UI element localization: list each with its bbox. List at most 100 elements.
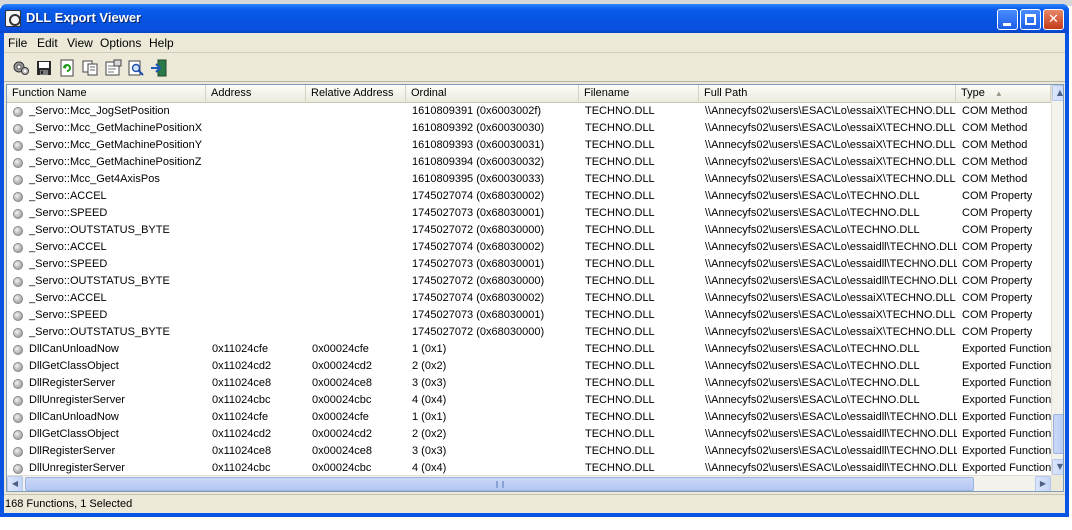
column-header-function-name[interactable]: Function Name: [7, 85, 206, 103]
save-icon[interactable]: [35, 59, 53, 77]
table-row[interactable]: _Servo::OUTSTATUS_BYTE 1745027072 (0x6803…: [7, 324, 1051, 341]
full-path-cell: \\Annecyfs02\users\ESAC\Lo\essaidll\TECH…: [705, 462, 957, 474]
table-row[interactable]: DllRegisterServer 0x11024ce8 0x00024ce8 3 (…: [7, 443, 1051, 460]
find-icon[interactable]: [127, 59, 145, 77]
function-name-cell: _Servo::SPEED: [29, 258, 108, 270]
type-cell: COM Property: [962, 275, 1033, 287]
table-row[interactable]: _Servo::Mcc_GetMachinePositionZ 161080939…: [7, 154, 1051, 171]
close-icon: ✕: [1048, 12, 1059, 27]
app-icon[interactable]: [5, 10, 21, 27]
type-cell: COM Method: [962, 122, 1028, 134]
address-cell: 0x11024cd2: [212, 428, 272, 440]
type-cell: COM Property: [962, 292, 1033, 304]
type-cell: COM Method: [962, 156, 1028, 168]
table-row[interactable]: _Servo::Mcc_JogSetPosition 1610809391 (0x…: [7, 103, 1051, 120]
table-row[interactable]: _Servo::ACCEL 1745027074 (0x68030002) TECH…: [7, 188, 1051, 205]
table-row[interactable]: _Servo::Mcc_Get4AxisPos 1610809395 (0x600…: [7, 171, 1051, 188]
relative-address-cell: 0x00024ce8: [312, 445, 372, 457]
ordinal-cell: 1745027072 (0x68030000): [412, 326, 545, 338]
ordinal-cell: 1745027072 (0x68030000): [412, 275, 545, 287]
options-icon[interactable]: [12, 59, 30, 77]
copy-icon[interactable]: [81, 59, 99, 77]
relative-address-cell: 0x00024cd2: [312, 360, 372, 372]
table-row[interactable]: _Servo::ACCEL 1745027074 (0x68030002) TECH…: [7, 239, 1051, 256]
menu-help[interactable]: Help: [149, 36, 174, 50]
list-header: Function Name Address Relative Address O…: [7, 85, 1051, 103]
function-name-cell: DllUnregisterServer: [29, 462, 125, 474]
table-row[interactable]: _Servo::ACCEL 1745027074 (0x68030002) TECH…: [7, 290, 1051, 307]
full-path-cell: \\Annecyfs02\users\ESAC\Lo\TECHNO.DLL: [705, 360, 920, 372]
horizontal-scrollbar[interactable]: ◀ ▶: [7, 475, 1051, 491]
function-name-cell: _Servo::OUTSTATUS_BYTE: [29, 224, 170, 236]
table-row[interactable]: DllUnregisterServer 0x11024cbc 0x00024cbc 4…: [7, 392, 1051, 409]
function-name-cell: _Servo::ACCEL: [29, 241, 107, 253]
ordinal-cell: 1745027073 (0x68030001): [412, 309, 545, 321]
address-cell: [212, 120, 307, 137]
menu-file[interactable]: File: [8, 36, 27, 50]
filename-cell: TECHNO.DLL: [585, 360, 655, 372]
ordinal-cell: 2 (0x2): [412, 360, 447, 372]
column-header-filename[interactable]: Filename: [579, 85, 699, 103]
horizontal-scroll-thumb[interactable]: [25, 477, 974, 491]
table-row[interactable]: DllGetClassObject 0x11024cd2 0x00024cd2 2 (…: [7, 426, 1051, 443]
filename-cell: TECHNO.DLL: [585, 275, 655, 287]
full-path-cell: \\Annecyfs02\users\ESAC\Lo\essaiX\TECHNO…: [705, 309, 956, 321]
properties-icon[interactable]: [104, 59, 122, 77]
table-row[interactable]: DllGetClassObject 0x11024cd2 0x00024cd2 2 (…: [7, 358, 1051, 375]
function-name-cell: _Servo::Mcc_JogSetPosition: [29, 105, 170, 117]
vertical-scrollbar[interactable]: ▲ ▼: [1051, 85, 1063, 475]
table-row[interactable]: DllCanUnloadNow 0x11024cfe 0x00024cfe 1 (0x…: [7, 409, 1051, 426]
title-bar[interactable]: DLL Export Viewer ✕: [0, 4, 1069, 33]
address-cell: [212, 103, 307, 120]
full-path-cell: \\Annecyfs02\users\ESAC\Lo\essaidll\TECH…: [705, 428, 957, 440]
filename-cell: TECHNO.DLL: [585, 462, 655, 474]
function-bullet-icon: [13, 192, 23, 202]
exit-icon[interactable]: [150, 59, 168, 77]
column-header-full-path[interactable]: Full Path: [699, 85, 956, 103]
type-cell: Exported Function: [962, 445, 1051, 457]
scroll-down-button[interactable]: ▼: [1052, 459, 1063, 475]
full-path-cell: \\Annecyfs02\users\ESAC\Lo\TECHNO.DLL: [705, 394, 920, 406]
table-row[interactable]: _Servo::Mcc_GetMachinePositionX 161080939…: [7, 120, 1051, 137]
address-cell: 0x11024ce8: [212, 445, 272, 457]
table-row[interactable]: _Servo::SPEED 1745027073 (0x68030001) TECH…: [7, 205, 1051, 222]
relative-address-cell: [312, 103, 407, 120]
type-cell: Exported Function: [962, 394, 1051, 406]
minimize-button[interactable]: [997, 9, 1018, 30]
column-header-type[interactable]: Type ▲: [956, 85, 1051, 103]
menu-view[interactable]: View: [67, 36, 93, 50]
menu-options[interactable]: Options: [100, 36, 141, 50]
relative-address-cell: [312, 239, 407, 256]
menu-edit[interactable]: Edit: [37, 36, 58, 50]
function-list[interactable]: Function Name Address Relative Address O…: [6, 84, 1064, 492]
full-path-cell: \\Annecyfs02\users\ESAC\Lo\essaiX\TECHNO…: [705, 326, 956, 338]
column-header-address[interactable]: Address: [206, 85, 306, 103]
function-name-cell: DllUnregisterServer: [29, 394, 125, 406]
ordinal-cell: 3 (0x3): [412, 445, 447, 457]
column-header-ordinal[interactable]: Ordinal: [406, 85, 579, 103]
table-row[interactable]: _Servo::OUTSTATUS_BYTE 1745027072 (0x6803…: [7, 273, 1051, 290]
function-name-cell: _Servo::ACCEL: [29, 292, 107, 304]
function-bullet-icon: [13, 379, 23, 389]
filename-cell: TECHNO.DLL: [585, 105, 655, 117]
ordinal-cell: 3 (0x3): [412, 377, 447, 389]
scroll-up-button[interactable]: ▲: [1052, 85, 1063, 101]
refresh-icon[interactable]: [58, 59, 76, 77]
column-header-relative-address[interactable]: Relative Address: [306, 85, 406, 103]
table-row[interactable]: _Servo::OUTSTATUS_BYTE 1745027072 (0x6803…: [7, 222, 1051, 239]
function-bullet-icon: [13, 396, 23, 406]
table-row[interactable]: DllUnregisterServer 0x11024cbc 0x00024cbc 4…: [7, 460, 1051, 475]
close-button[interactable]: ✕: [1043, 9, 1064, 30]
maximize-button[interactable]: [1020, 9, 1041, 30]
table-row[interactable]: _Servo::SPEED 1745027073 (0x68030001) TECH…: [7, 307, 1051, 324]
table-row[interactable]: DllRegisterServer 0x11024ce8 0x00024ce8 3 (…: [7, 375, 1051, 392]
vertical-scroll-thumb[interactable]: [1053, 414, 1063, 454]
table-row[interactable]: _Servo::Mcc_GetMachinePositionY 161080939…: [7, 137, 1051, 154]
scroll-right-button[interactable]: ▶: [1035, 476, 1051, 491]
scroll-left-button[interactable]: ◀: [7, 476, 23, 491]
ordinal-cell: 2 (0x2): [412, 428, 447, 440]
table-row[interactable]: DllCanUnloadNow 0x11024cfe 0x00024cfe 1 (0x…: [7, 341, 1051, 358]
address-cell: [212, 154, 307, 171]
function-name-cell: DllGetClassObject: [29, 360, 119, 372]
table-row[interactable]: _Servo::SPEED 1745027073 (0x68030001) TECH…: [7, 256, 1051, 273]
